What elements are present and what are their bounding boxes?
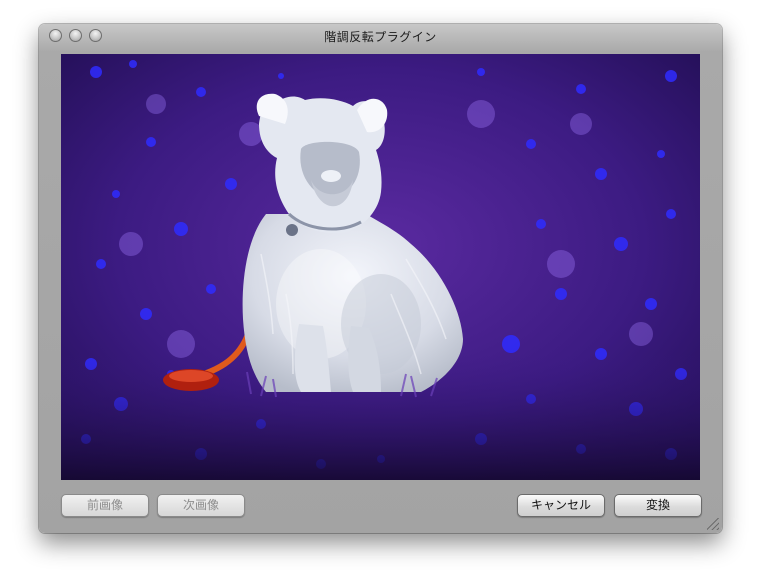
convert-button[interactable]: 変換 [614, 494, 702, 517]
cancel-button[interactable]: キャンセル [517, 494, 605, 517]
plugin-window: 階調反転プラグイン 前画像 次画像 キャンセル 変換 [39, 24, 722, 533]
previous-image-button[interactable]: 前画像 [61, 494, 149, 517]
window-title: 階調反転プラグイン [324, 30, 437, 44]
image-preview [61, 54, 700, 480]
next-image-button[interactable]: 次画像 [157, 494, 245, 517]
inverted-dog-photo [61, 54, 700, 480]
titlebar[interactable]: 階調反転プラグイン [39, 24, 722, 48]
resize-grip-icon[interactable] [707, 518, 719, 530]
